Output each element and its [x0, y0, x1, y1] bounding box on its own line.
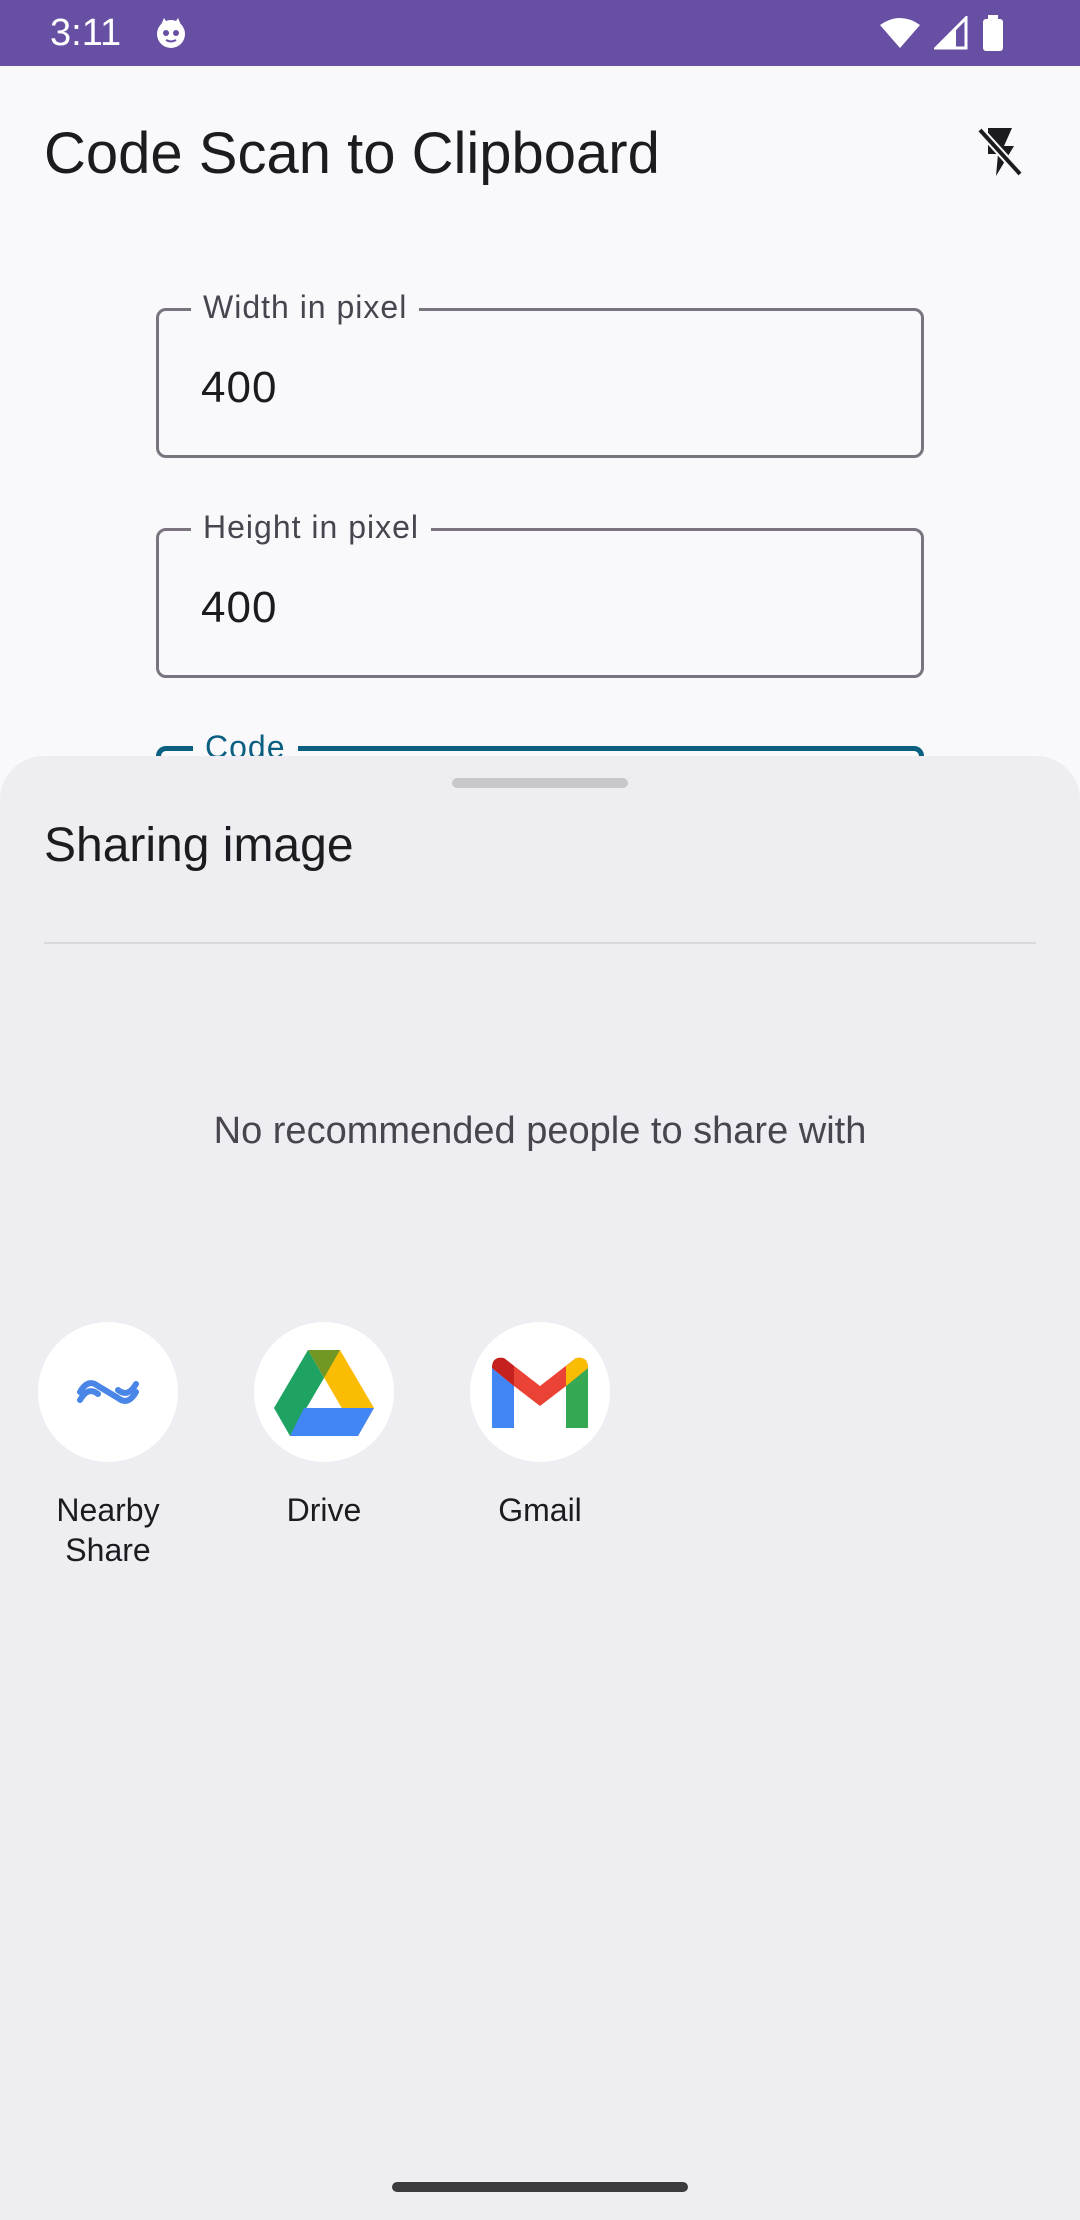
sheet-divider	[44, 942, 1036, 944]
share-target-gmail[interactable]: Gmail	[450, 1322, 630, 1530]
battery-icon	[983, 15, 1003, 51]
share-sheet: Sharing image No recommended people to s…	[0, 756, 1080, 2220]
share-target-label: Gmail	[498, 1492, 582, 1528]
sheet-title: Sharing image	[44, 819, 354, 872]
height-field[interactable]: Height in pixel 400	[156, 509, 924, 678]
nearby-share-icon	[38, 1322, 178, 1462]
status-bar: 3:11	[0, 0, 1080, 66]
share-target-nearby[interactable]: Nearby Share	[18, 1322, 198, 1570]
share-target-label: Nearby Share	[56, 1492, 160, 1568]
height-field-value: 400	[201, 583, 278, 632]
status-icons	[880, 14, 1004, 52]
app-title: Code Scan to Clipboard	[44, 121, 660, 186]
google-drive-icon	[254, 1322, 394, 1462]
gmail-icon	[470, 1322, 610, 1462]
gesture-nav-handle[interactable]	[392, 2182, 688, 2192]
width-field-label: Width in pixel	[191, 289, 420, 325]
share-target-label: Drive	[286, 1492, 362, 1528]
cell-signal-icon	[934, 16, 968, 50]
empty-recommendations-text: No recommended people to share with	[213, 1110, 867, 1152]
width-field-value: 400	[201, 363, 278, 412]
height-field-label: Height in pixel	[191, 509, 431, 545]
screen: 3:11 Code Scan to Clipboard Width in pix…	[0, 0, 1080, 2220]
notification-cat-icon	[157, 18, 185, 48]
sheet-drag-handle[interactable]	[452, 778, 628, 788]
flash-off-icon[interactable]	[970, 122, 1030, 182]
wifi-icon	[880, 18, 920, 48]
share-target-drive[interactable]: Drive	[234, 1322, 414, 1530]
status-time: 3:11	[50, 12, 122, 54]
width-field[interactable]: Width in pixel 400	[156, 289, 924, 458]
